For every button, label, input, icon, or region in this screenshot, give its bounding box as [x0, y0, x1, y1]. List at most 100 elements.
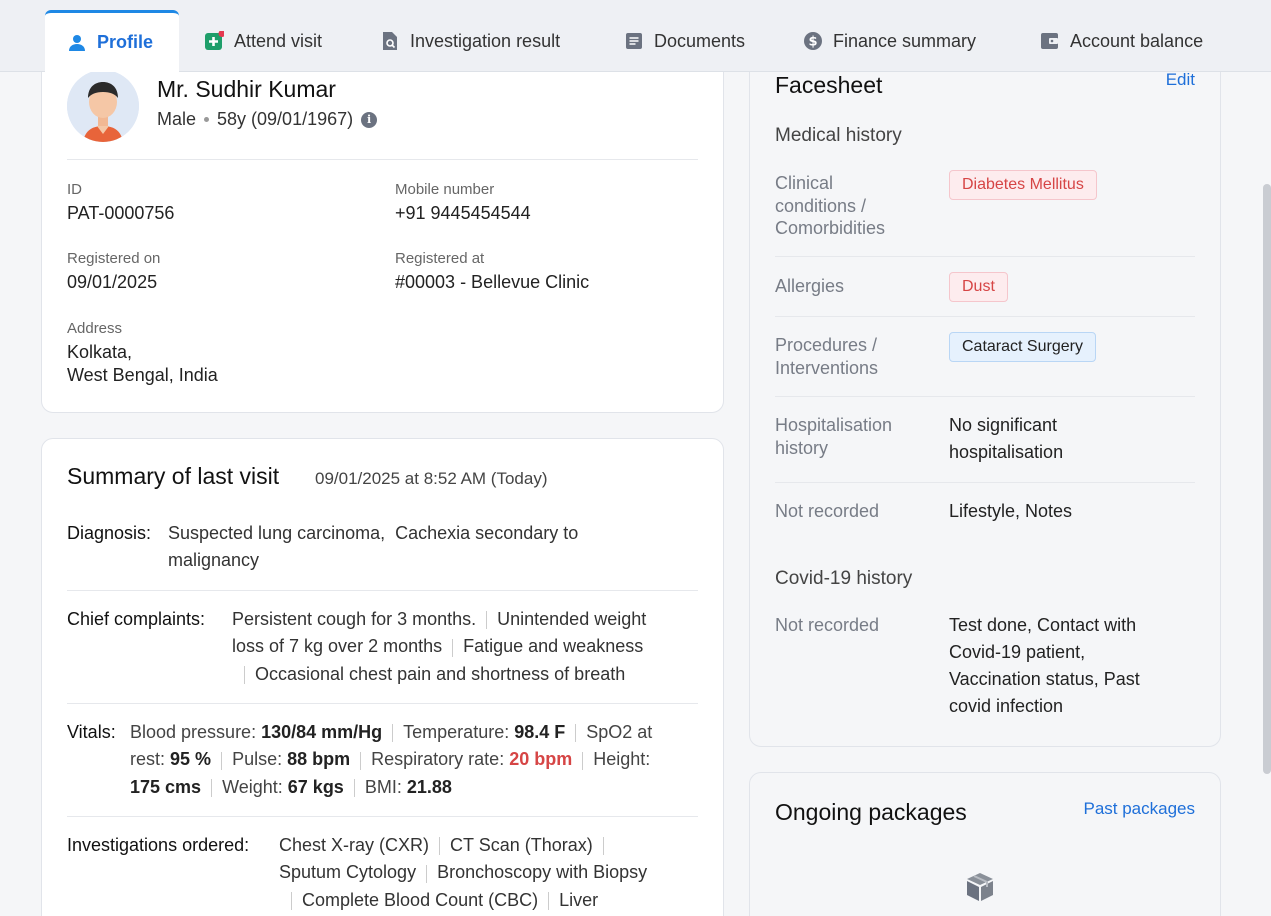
weight-value: 67 kgs — [287, 776, 344, 797]
wallet-icon — [1040, 31, 1060, 51]
temperature-label: Temperature: — [403, 722, 510, 742]
allergies-label: Allergies — [775, 276, 845, 296]
tab-label: Documents — [654, 30, 746, 51]
pulse-label: Pulse: — [232, 749, 283, 770]
separator — [575, 724, 577, 743]
vitals-label: Vitals: — [67, 722, 116, 742]
investigation-item: Sputum Cytology — [279, 862, 417, 883]
address-line-2: West Bengal, India — [67, 365, 218, 385]
divider — [67, 703, 698, 704]
investigation-item: Chest X-ray (CXR) — [279, 835, 430, 855]
spo2-value: 95 % — [170, 749, 212, 770]
diagnosis-values: Suspected lung carcinoma, Cachexia secon… — [168, 520, 698, 575]
dollar-icon: $ — [803, 31, 823, 51]
id-label: ID — [67, 181, 82, 198]
divider — [775, 482, 1195, 483]
facesheet-title: Facesheet — [775, 72, 883, 98]
separator — [360, 751, 362, 770]
label-line: Procedures / — [775, 335, 878, 355]
mobile-label: Mobile number — [395, 181, 495, 198]
respiratory-rate-value: 20 bpm — [509, 749, 573, 770]
tab-bar: Profile Attend visit Investigation resul… — [0, 0, 1271, 72]
label-line: conditions / — [775, 195, 867, 216]
chief-complaints-values: Persistent cough for 3 months. Unintended… — [232, 606, 698, 688]
bp-label: Blood pressure: — [130, 722, 257, 742]
diagnosis-item: Suspected lung carcinoma, — [168, 523, 386, 543]
height-label: Height: — [593, 749, 651, 770]
patient-gender: Male — [157, 109, 197, 129]
tab-label: Account balance — [1070, 30, 1204, 51]
value-line: covid infection — [949, 696, 1064, 716]
chief-complaints-row: Chief complaints: Persistent cough for 3… — [67, 606, 698, 690]
covid-not-recorded-value: Test done, Contact with Covid-19 patient… — [949, 612, 1140, 720]
label-line: Interventions — [775, 357, 879, 378]
svg-text:$: $ — [808, 35, 817, 50]
allergy-chip: Dust — [949, 272, 1008, 302]
registered-at-label: Registered at — [395, 250, 485, 267]
height-value: 175 cms — [130, 776, 202, 797]
last-visit-summary-card: Summary of last visit 09/01/2025 at 8:52… — [41, 438, 724, 916]
investigation-item: Bronchoscopy with Biopsy — [437, 862, 648, 883]
tab-account-balance[interactable]: Account balance — [1040, 10, 1203, 72]
patient-name: Mr. Sudhir Kumar — [157, 76, 336, 102]
tab-attend-visit[interactable]: Attend visit — [204, 10, 322, 72]
past-packages-link[interactable]: Past packages — [1083, 799, 1195, 819]
clinical-conditions-label: Clinical conditions / Comorbidities — [775, 172, 925, 240]
registered-on-value: 09/01/2025 — [67, 272, 158, 292]
medical-plus-icon — [204, 31, 224, 51]
edit-link[interactable]: Edit — [1166, 72, 1195, 90]
scrollbar[interactable] — [1263, 184, 1271, 774]
investigations-label: Investigations ordered: — [67, 835, 250, 855]
tab-documents[interactable]: Documents — [624, 10, 745, 72]
divider — [67, 159, 698, 160]
tab-label: Profile — [97, 32, 154, 52]
investigation-item: Liver — [559, 889, 599, 910]
patient-demographics: Male 58y (09/01/1967) i — [157, 109, 378, 130]
diagnosis-item: malignancy — [168, 550, 260, 571]
patient-age-dob: 58y (09/01/1967) — [217, 109, 354, 129]
complaint-item: loss of 7 kg over 2 months — [232, 636, 443, 657]
mobile-value: +91 9445454544 — [395, 203, 531, 223]
label-line: history — [775, 437, 829, 458]
complaint-item: Persistent cough for 3 months. — [232, 609, 477, 629]
separator — [486, 611, 488, 630]
separator — [392, 724, 394, 743]
tab-finance-summary[interactable]: $ Finance summary — [803, 10, 976, 72]
separator — [602, 837, 604, 856]
separator — [582, 751, 584, 770]
patient-profile-card: Mr. Sudhir Kumar Male 58y (09/01/1967) i… — [41, 72, 724, 413]
value-line: hospitalisation — [949, 442, 1064, 462]
tab-profile[interactable]: Profile — [45, 10, 179, 72]
procedure-chip: Cataract Surgery — [949, 332, 1096, 362]
ongoing-packages-card: Ongoing packages Past packages — [749, 772, 1221, 916]
address-line-1: Kolkata, — [67, 342, 133, 362]
diagnosis-row: Diagnosis: Suspected lung carcinoma, Cac… — [67, 520, 698, 576]
id-value: PAT-0000756 — [67, 203, 175, 223]
box-icon — [964, 871, 996, 908]
temperature-value: 98.4 F — [514, 722, 566, 742]
packages-title: Ongoing packages — [775, 799, 967, 825]
registered-at-value: #00003 - Bellevue Clinic — [395, 272, 590, 292]
diagnosis-item: Cachexia secondary to — [395, 523, 579, 543]
label-line: Comorbidities — [775, 218, 886, 238]
hospitalisation-label: Hospitalisation history — [775, 414, 925, 459]
investigations-row: Investigations ordered: Chest X-ray (CXR… — [67, 832, 698, 916]
tab-investigation-result[interactable]: Investigation result — [380, 10, 560, 72]
summary-title: Summary of last visit — [67, 463, 280, 489]
covid-history-heading: Covid-19 history — [775, 568, 913, 589]
investigation-item: Complete Blood Count (CBC) — [302, 889, 539, 910]
separator-dot — [204, 117, 210, 122]
tab-label: Attend visit — [234, 30, 323, 51]
diagnosis-label: Diagnosis: — [67, 523, 152, 543]
complaint-item: Unintended weight — [497, 609, 647, 629]
separator — [221, 751, 223, 770]
tab-label: Finance summary — [833, 30, 977, 51]
separator — [439, 837, 441, 856]
tab-label: Investigation result — [410, 30, 561, 51]
info-icon[interactable]: i — [361, 111, 378, 128]
vitals-values: Blood pressure: 130/84 mm/Hg Temperature:… — [130, 719, 698, 801]
summary-date: 09/01/2025 at 8:52 AM (Today) — [315, 469, 548, 488]
covid-not-recorded-label: Not recorded — [775, 615, 880, 635]
separator — [211, 778, 213, 797]
registered-on-label: Registered on — [67, 250, 161, 267]
